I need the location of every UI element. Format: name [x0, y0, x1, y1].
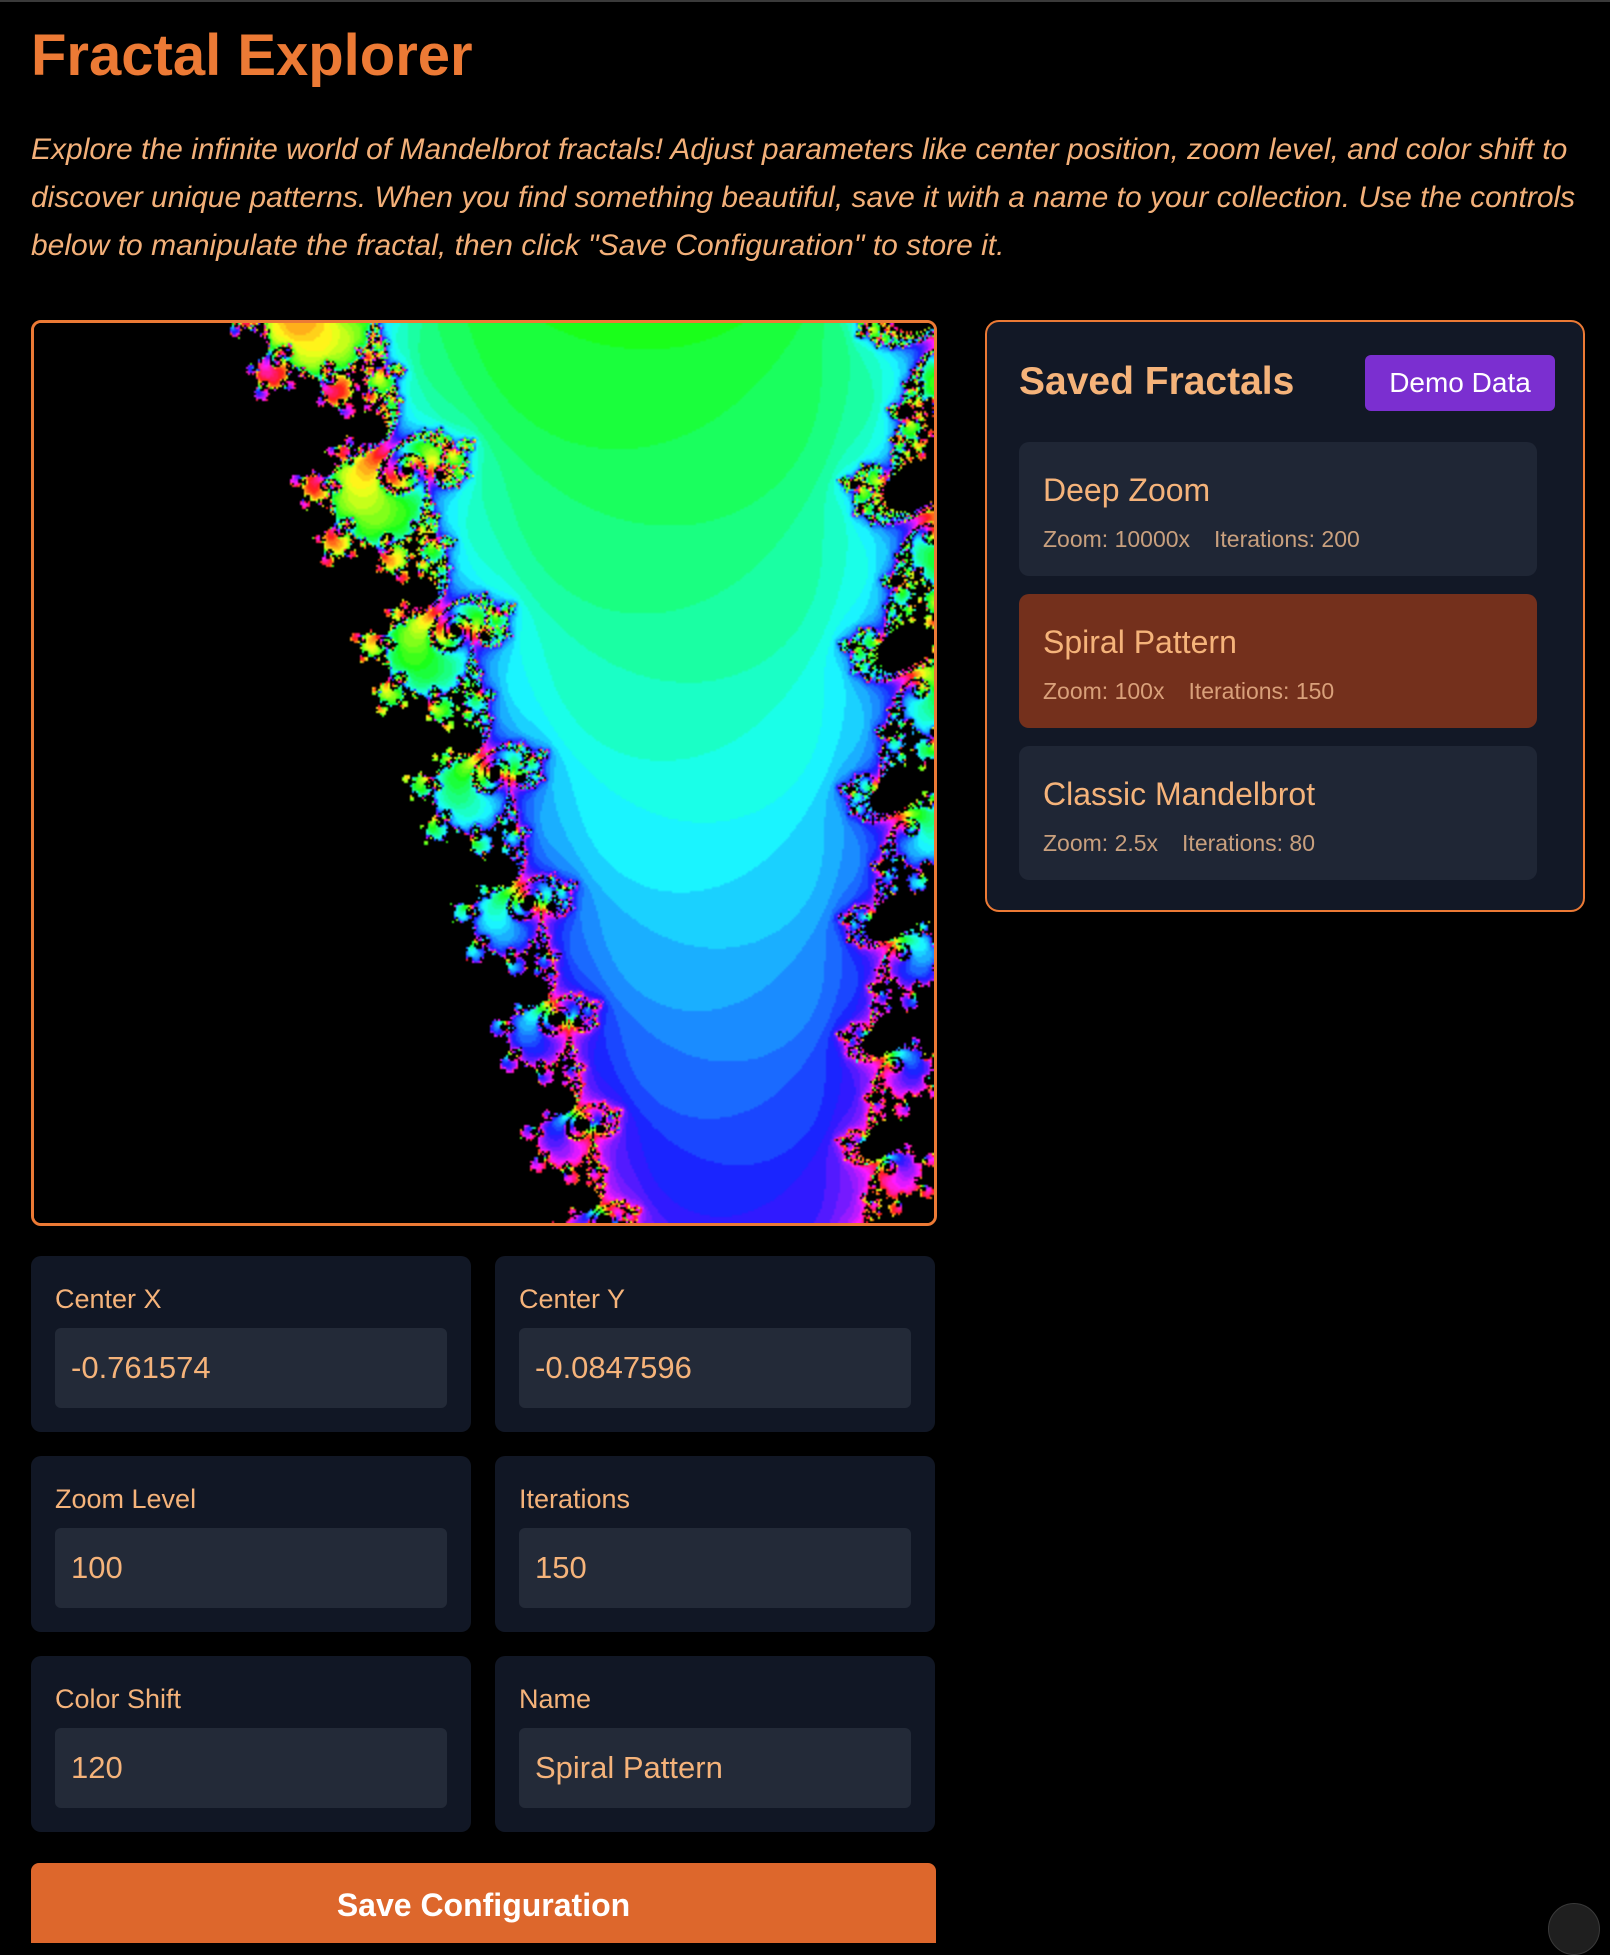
saved-fractal-zoom: Zoom: 10000x	[1043, 526, 1191, 552]
center-y-label: Center Y	[519, 1284, 626, 1314]
saved-fractal-iterations: Iterations: 200	[1214, 526, 1360, 552]
name-label: Name	[519, 1684, 592, 1714]
zoom-level-control: Zoom Level	[31, 1456, 471, 1632]
page-title: Fractal Explorer	[31, 23, 473, 88]
saved-fractal-zoom: Zoom: 100x	[1043, 678, 1165, 704]
iterations-control: Iterations	[495, 1456, 935, 1632]
saved-fractal-name: Classic Mandelbrot	[1043, 776, 1316, 812]
saved-fractals-title: Saved Fractals	[1019, 360, 1295, 403]
color-shift-label: Color Shift	[55, 1684, 182, 1714]
center-y-control: Center Y	[495, 1256, 935, 1432]
saved-fractal-name: Deep Zoom	[1043, 472, 1211, 508]
center-y-input[interactable]	[519, 1328, 911, 1408]
fractal-canvas-frame[interactable]	[31, 320, 937, 1226]
center-x-label: Center X	[55, 1284, 162, 1314]
window-top-border	[0, 0, 1610, 2]
saved-fractal-iterations: Iterations: 80	[1182, 830, 1316, 856]
iterations-label: Iterations	[519, 1484, 631, 1514]
zoom-level-label: Zoom Level	[55, 1484, 197, 1514]
color-shift-control: Color Shift	[31, 1656, 471, 1832]
saved-fractal-card[interactable]: Deep Zoom Zoom: 10000x Iterations: 200	[1019, 442, 1537, 576]
saved-fractal-meta: Zoom: 100x Iterations: 150	[1043, 678, 1334, 705]
saved-fractals-panel: Saved Fractals Demo Data Deep Zoom Zoom:…	[985, 320, 1585, 912]
intro-text: Explore the infinite world of Mandelbrot…	[31, 133, 1576, 262]
name-input[interactable]	[519, 1728, 911, 1808]
saved-fractal-meta: Zoom: 2.5x Iterations: 80	[1043, 830, 1315, 857]
name-control: Name	[495, 1656, 935, 1832]
saved-fractal-iterations: Iterations: 150	[1188, 678, 1335, 704]
save-configuration-button[interactable]: Save Configuration	[31, 1863, 936, 1943]
saved-fractal-card-active[interactable]: Spiral Pattern Zoom: 100x Iterations: 150	[1019, 594, 1537, 728]
color-shift-input[interactable]	[55, 1728, 447, 1808]
zoom-level-input[interactable]	[55, 1528, 447, 1608]
refresh-icon[interactable]	[1548, 1903, 1600, 1955]
demo-data-button[interactable]: Demo Data	[1365, 355, 1555, 411]
center-x-input[interactable]	[55, 1328, 447, 1408]
fractal-canvas[interactable]	[34, 323, 934, 1223]
saved-fractal-zoom: Zoom: 2.5x	[1043, 830, 1159, 856]
saved-fractal-card[interactable]: Classic Mandelbrot Zoom: 2.5x Iterations:…	[1019, 746, 1537, 880]
iterations-input[interactable]	[519, 1528, 911, 1608]
saved-fractal-meta: Zoom: 10000x Iterations: 200	[1043, 526, 1360, 553]
center-x-control: Center X	[31, 1256, 471, 1432]
saved-fractal-name: Spiral Pattern	[1043, 624, 1237, 660]
